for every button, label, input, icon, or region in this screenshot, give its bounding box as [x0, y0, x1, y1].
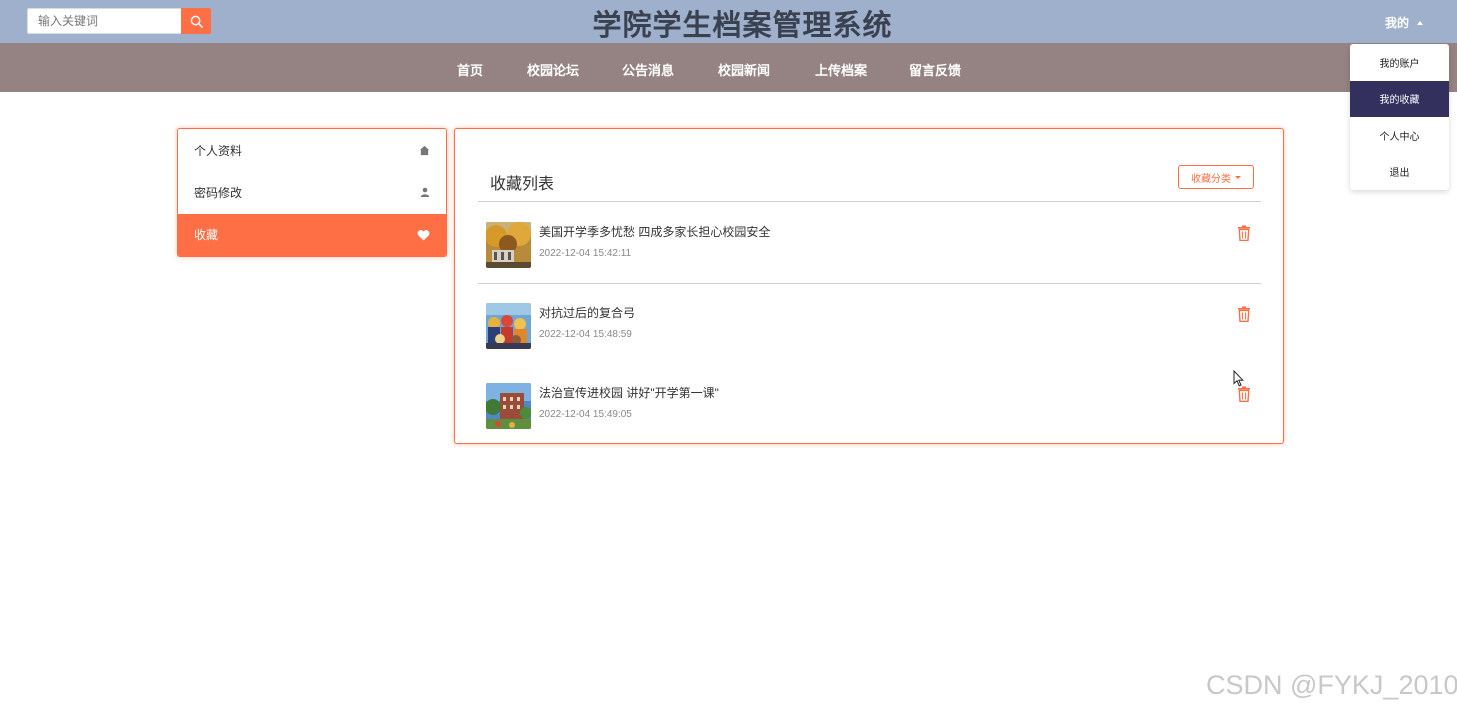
favorites-category-dropdown[interactable]: 收藏分类 [1178, 165, 1254, 189]
favorite-title[interactable]: 对抗过后的复合弓 [539, 304, 635, 321]
nav-item-forum[interactable]: 校园论坛 [527, 60, 579, 79]
trash-icon[interactable] [1237, 306, 1251, 322]
favorite-item[interactable]: 对抗过后的复合弓 2022-12-04 15:48:59 [486, 303, 1261, 349]
favorite-date: 2022-12-04 15:42:11 [539, 248, 632, 259]
sidebar-item-label: 密码修改 [194, 185, 243, 200]
favorite-item[interactable]: 法治宣传进校园 讲好"开学第一课" 2022-12-04 15:49:05 [486, 383, 1261, 429]
caret-down-icon [1235, 175, 1241, 179]
sidebar-item-label: 个人资料 [194, 143, 243, 158]
favorite-title[interactable]: 美国开学季多忧愁 四成多家长担心校园安全 [539, 223, 770, 240]
favorite-title[interactable]: 法治宣传进校园 讲好"开学第一课" [539, 384, 719, 401]
favorites-title: 收藏列表 [490, 176, 555, 193]
user-menu-label: 我的 [1385, 16, 1410, 30]
top-header: 学院学生档案管理系统 我的 [0, 0, 1457, 43]
sidebar-item-label: 收藏 [194, 228, 219, 243]
dropdown-item-personal-center[interactable]: 个人中心 [1350, 117, 1449, 154]
autumn-campus-image [486, 222, 531, 268]
nav-item-announcements[interactable]: 公告消息 [622, 60, 674, 79]
user-menu-toggle[interactable]: 我的 [1385, 14, 1424, 31]
nav-item-upload-archive[interactable]: 上传档案 [815, 60, 867, 79]
nav-item-home[interactable]: 首页 [457, 60, 483, 79]
user-dropdown-menu: 我的账户 我的收藏 个人中心 退出 [1350, 44, 1449, 190]
site-title: 学院学生档案管理系统 [592, 8, 893, 42]
sidebar-item-favorites[interactable]: 收藏 [178, 213, 446, 256]
mouse-cursor-icon [1233, 370, 1244, 387]
favorite-date: 2022-12-04 15:49:05 [539, 409, 632, 420]
crowd-image [486, 303, 531, 349]
sidebar-item-password[interactable]: 密码修改 [178, 171, 446, 213]
campus-building-image [486, 383, 531, 429]
dropdown-item-logout[interactable]: 退出 [1350, 154, 1449, 191]
nav-item-feedback[interactable]: 留言反馈 [909, 60, 961, 79]
favorites-panel: 收藏列表 收藏分类 美国开学季多忧愁 四成多家长担心校园安全 2022-12-0… [454, 128, 1284, 444]
dropdown-item-my-account[interactable]: 我的账户 [1350, 44, 1449, 81]
favorite-item[interactable]: 美国开学季多忧愁 四成多家长担心校园安全 2022-12-04 15:42:11 [486, 222, 1261, 268]
category-button-label: 收藏分类 [1191, 173, 1231, 185]
heart-icon [417, 229, 430, 241]
divider [478, 283, 1261, 284]
trash-icon[interactable] [1237, 225, 1251, 241]
divider [478, 201, 1261, 202]
nav-item-news[interactable]: 校园新闻 [718, 60, 770, 79]
caret-up-icon [1417, 21, 1424, 25]
sidebar-item-profile[interactable]: 个人资料 [178, 129, 446, 171]
trash-icon[interactable] [1237, 386, 1251, 402]
main-nav: 首页 校园论坛 公告消息 校园新闻 上传档案 留言反馈 [0, 43, 1457, 92]
user-icon [420, 188, 430, 198]
watermark-text: CSDN @FYKJ_2010 [1206, 670, 1457, 700]
favorite-date: 2022-12-04 15:48:59 [539, 329, 632, 340]
home-icon [419, 145, 430, 155]
sidebar-menu: 个人资料 密码修改 收藏 [177, 128, 447, 257]
dropdown-item-my-favorites[interactable]: 我的收藏 [1350, 80, 1449, 117]
